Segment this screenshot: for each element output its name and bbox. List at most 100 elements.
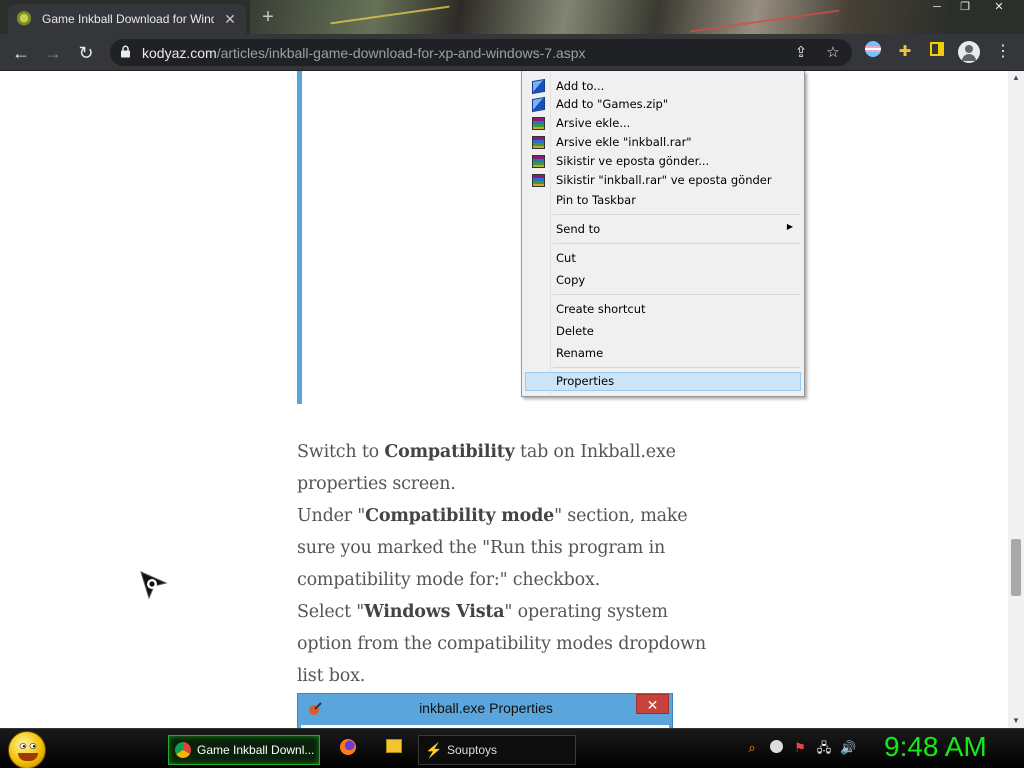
menu-item-label: Cut <box>556 251 576 265</box>
winrar-books-icon <box>532 155 545 168</box>
winrar-books-icon <box>532 174 545 187</box>
article-paragraph: Switch to Compatibility tab on Inkball.e… <box>297 436 717 500</box>
menu-item-label: Sikistir "inkball.rar" ve eposta gönder <box>556 173 772 187</box>
share-icon[interactable]: ⇪ <box>792 44 810 62</box>
taskbar: Game Inkball Downl... ⚡ Souptoys ⌕ ⚑ 🖧 🔊… <box>0 728 1024 768</box>
browser-menu-icon[interactable]: ⋮ <box>992 41 1014 63</box>
context-menu-screenshot: Add to... Add to "Games.zip" Arsive ekle… <box>521 71 805 397</box>
tab-title: Game Inkball Download for Windows 7 <box>42 12 214 26</box>
new-tab-icon[interactable]: + <box>258 6 278 29</box>
menu-item-properties[interactable]: Properties <box>525 372 801 391</box>
file-explorer-icon[interactable] <box>384 739 404 759</box>
minimize-icon[interactable]: ─ <box>926 0 948 16</box>
menu-item-label: Pin to Taskbar <box>556 193 636 207</box>
menu-item-label: Properties <box>556 374 615 388</box>
firefox-icon[interactable] <box>338 739 358 759</box>
menu-item-label: Delete <box>556 324 594 338</box>
menu-item-copy[interactable]: Copy <box>525 271 801 290</box>
maximize-icon[interactable]: ❐ <box>954 0 976 16</box>
theme-background <box>250 0 950 34</box>
search-icon[interactable]: ⌕ <box>744 740 760 756</box>
window-close-icon[interactable]: ✕ <box>988 0 1010 16</box>
extension-flag-icon[interactable] <box>862 41 884 63</box>
taskbar-item-label: Souptoys <box>447 743 498 757</box>
screenshot-frame-border <box>297 71 302 404</box>
site-favicon-icon <box>16 11 32 27</box>
text-run: Select " <box>297 602 365 622</box>
menu-item-send-to[interactable]: Send to ▶ <box>525 220 801 239</box>
article-paragraph: Under "Compatibility mode" section, make… <box>297 500 717 596</box>
clock[interactable]: 9:48 AM <box>884 731 987 763</box>
submenu-arrow-icon: ▶ <box>786 222 793 231</box>
menu-item-label: Add to... <box>556 79 605 93</box>
extensions-puzzle-icon[interactable]: ✚ <box>894 41 916 63</box>
scroll-down-icon[interactable]: ▼ <box>1008 714 1024 728</box>
menu-item-sikistir-eposta[interactable]: Sikistir ve eposta gönder... <box>525 152 801 171</box>
menu-separator <box>553 367 800 368</box>
properties-window-screenshot: inkball.exe Properties ✕ <box>297 693 673 728</box>
action-center-flag-icon[interactable]: ⚑ <box>792 740 808 756</box>
page-content: Add to... Add to "Games.zip" Arsive ekle… <box>0 71 1008 728</box>
start-button[interactable] <box>8 731 46 768</box>
browser-toolbar: ← → ↻ kodyaz.com/articles/inkball-game-d… <box>0 34 1024 71</box>
winrar-cube-icon <box>532 78 545 95</box>
article-paragraph: Select "Windows Vista" operating system … <box>297 596 717 692</box>
winrar-cube-icon <box>532 96 545 113</box>
scroll-up-icon[interactable]: ▲ <box>1008 71 1024 85</box>
profile-avatar-icon[interactable] <box>958 41 980 63</box>
menu-item-sikistir-rar-eposta[interactable]: Sikistir "inkball.rar" ve eposta gönder <box>525 171 801 190</box>
taskbar-item-souptoys[interactable]: ⚡ Souptoys <box>418 735 576 765</box>
menu-item-label: Arsive ekle... <box>556 116 631 130</box>
network-icon[interactable]: 🖧 <box>816 740 832 756</box>
address-bar[interactable]: kodyaz.com/articles/inkball-game-downloa… <box>110 39 852 66</box>
taskbar-item-label: Game Inkball Downl... <box>197 743 315 757</box>
menu-item-label: Send to <box>556 222 601 236</box>
text-bold: Compatibility mode <box>365 506 555 526</box>
menu-item-delete[interactable]: Delete <box>525 322 801 341</box>
text-bold: Windows Vista <box>364 602 505 622</box>
menu-item-add-to-zip[interactable]: Add to "Games.zip" <box>525 95 801 114</box>
forward-arrow-icon[interactable]: → <box>40 40 66 66</box>
menu-separator <box>553 214 800 215</box>
menu-item-arsive-ekle-rar[interactable]: Arsive ekle "inkball.rar" <box>525 133 801 152</box>
page-scrollbar[interactable]: ▲ ▼ <box>1008 71 1024 728</box>
menu-item-label: Copy <box>556 273 586 287</box>
chrome-icon <box>175 742 191 758</box>
browser-tab-active[interactable]: Game Inkball Download for Windows 7 ✕ <box>8 4 246 34</box>
menu-item-label: Add to "Games.zip" <box>556 97 669 111</box>
article-text: Switch to Compatibility tab on Inkball.e… <box>297 436 717 692</box>
volume-icon[interactable]: 🔊 <box>840 740 856 756</box>
bookmark-star-icon[interactable]: ☆ <box>824 44 842 62</box>
url-text: kodyaz.com/articles/inkball-game-downloa… <box>142 45 586 61</box>
souptoys-icon: ⚡ <box>425 742 443 758</box>
menu-item-label: Create shortcut <box>556 302 646 316</box>
menu-item-arsive-ekle[interactable]: Arsive ekle... <box>525 114 801 133</box>
menu-item-cut[interactable]: Cut <box>525 249 801 268</box>
menu-separator <box>553 243 800 244</box>
menu-item-create-shortcut[interactable]: Create shortcut <box>525 300 801 319</box>
winrar-books-icon <box>532 136 545 149</box>
side-panel-icon[interactable] <box>926 41 948 63</box>
menu-separator <box>553 294 800 295</box>
scroll-thumb[interactable] <box>1011 539 1021 596</box>
window-close-icon: ✕ <box>636 694 669 714</box>
menu-item-rename[interactable]: Rename <box>525 344 801 363</box>
back-arrow-icon[interactable]: ← <box>8 40 34 66</box>
text-run: Under " <box>297 506 366 526</box>
menu-item-add-to[interactable]: Add to... <box>525 77 801 96</box>
menu-item-label: Arsive ekle "inkball.rar" <box>556 135 692 149</box>
menu-item-label: Sikistir ve eposta gönder... <box>556 154 710 168</box>
menu-item-label: Rename <box>556 346 604 360</box>
smiley-mouth <box>18 753 38 761</box>
messenger-icon[interactable] <box>768 740 784 756</box>
winrar-books-icon <box>532 117 545 130</box>
tab-close-icon[interactable]: ✕ <box>222 11 238 28</box>
taskbar-item-chrome[interactable]: Game Inkball Downl... <box>168 735 320 765</box>
smiley-face-icon <box>19 743 37 749</box>
menu-item-pin-to-taskbar[interactable]: Pin to Taskbar <box>525 191 801 210</box>
text-run: Switch to <box>297 442 385 462</box>
properties-window-title: inkball.exe Properties <box>419 700 553 716</box>
text-bold: Compatibility <box>384 442 515 462</box>
mouse-cursor-eye-icon <box>140 571 168 599</box>
reload-icon[interactable]: ↻ <box>73 40 99 66</box>
